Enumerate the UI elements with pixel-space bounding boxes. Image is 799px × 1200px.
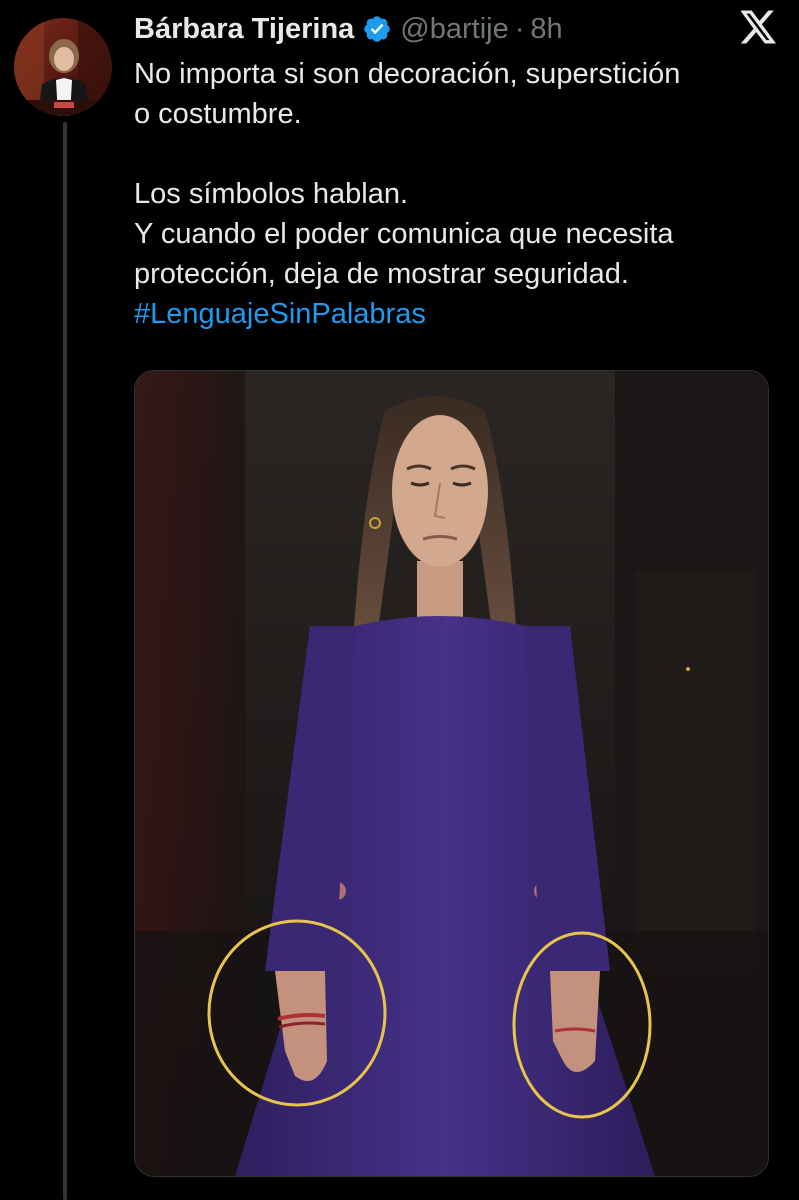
thread-line (63, 122, 67, 1200)
avatar[interactable] (14, 18, 112, 116)
tweet-header: Bárbara Tijerina @bartije · 8h (134, 8, 563, 50)
tweet-text-line: Y cuando el poder comunica que necesita (134, 218, 674, 250)
avatar-image (14, 18, 112, 116)
handle[interactable]: @bartije (400, 13, 508, 46)
verified-badge-icon (362, 14, 392, 44)
timestamp[interactable]: 8h (530, 13, 562, 46)
x-logo-icon[interactable] (740, 10, 777, 44)
tweet-text: No importa si son decoración, superstici… (134, 54, 784, 334)
tweet[interactable]: Bárbara Tijerina @bartije · 8h No import… (0, 0, 799, 1200)
tweet-text-line: No importa si son decoración, superstici… (134, 58, 681, 90)
tweet-media-photo[interactable] (134, 370, 769, 1177)
tweet-text-line: Los símbolos hablan. (134, 178, 409, 210)
tweet-text-line: o costumbre. (134, 98, 302, 130)
hashtag-link[interactable]: #LenguajeSinPalabras (134, 298, 426, 330)
photo-image (135, 371, 768, 1176)
tweet-text-line: protección, deja de mostrar seguridad. (134, 258, 629, 290)
separator-dot: · (514, 12, 525, 45)
display-name[interactable]: Bárbara Tijerina (134, 13, 354, 46)
